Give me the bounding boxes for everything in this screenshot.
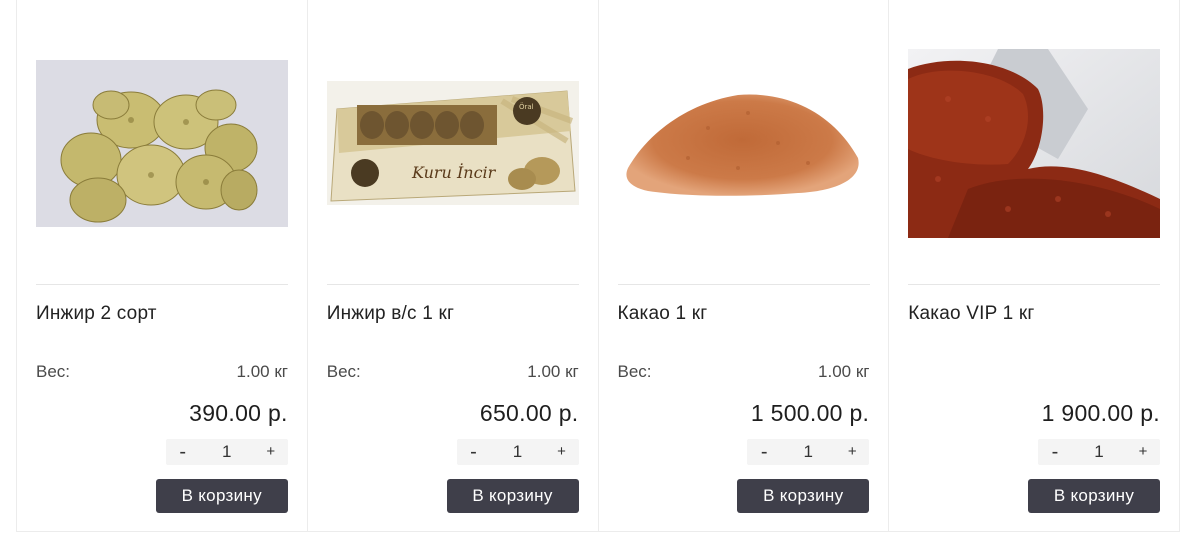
quantity-stepper: - 1 + — [165, 439, 288, 465]
add-to-cart-button[interactable]: В корзину — [737, 479, 870, 513]
card-divider — [908, 284, 1161, 285]
product-grid: Инжир 2 сорт Вес: 1.00 кг 390.00 р. - 1 … — [16, 0, 1180, 532]
product-image-link[interactable]: Kuru İncir Öral — [326, 28, 579, 258]
box-brand-text: Öral — [519, 102, 534, 111]
qty-decrease-button[interactable]: - — [747, 439, 781, 465]
product-price: 390.00 р. — [189, 400, 288, 426]
card-divider — [36, 284, 288, 285]
product-title[interactable]: Какао 1 кг — [618, 303, 708, 325]
product-image-link[interactable] — [908, 28, 1161, 258]
weight-value: 1.00 кг — [236, 362, 288, 381]
weight-value: 1.00 кг — [818, 362, 870, 381]
product-card: Kuru İncir Öral Инжир в/с 1 кг Вес: 1.00… — [308, 0, 599, 531]
weight-row: Вес: 1.00 кг — [618, 362, 870, 382]
dried-figs-image — [36, 59, 288, 227]
weight-label: Вес: — [617, 362, 652, 381]
qty-value[interactable]: 1 — [1072, 442, 1126, 462]
product-price: 1 500.00 р. — [750, 400, 870, 426]
product-image-link[interactable] — [617, 28, 870, 258]
qty-increase-button[interactable]: + — [835, 439, 869, 465]
add-to-cart-button[interactable]: В корзину — [1028, 479, 1160, 513]
boxed-figs-image: Kuru İncir Öral — [326, 81, 579, 205]
quantity-stepper: - 1 + — [747, 439, 870, 465]
box-label-text: Kuru İncir — [411, 162, 497, 182]
qty-decrease-button[interactable]: - — [457, 439, 491, 465]
qty-decrease-button[interactable]: - — [166, 439, 200, 465]
qty-decrease-button[interactable]: - — [1038, 439, 1072, 465]
product-image-link[interactable] — [36, 28, 288, 258]
qty-value[interactable]: 1 — [781, 442, 835, 462]
product-price: 650.00 р. — [479, 400, 579, 426]
quantity-stepper: - 1 + — [456, 439, 579, 465]
qty-value[interactable]: 1 — [491, 442, 545, 462]
add-to-cart-button[interactable]: В корзину — [155, 479, 288, 513]
weight-label: Вес: — [36, 362, 71, 381]
qty-increase-button[interactable]: + — [254, 439, 288, 465]
product-card: Инжир 2 сорт Вес: 1.00 кг 390.00 р. - 1 … — [17, 0, 308, 531]
card-divider — [326, 284, 579, 285]
product-title[interactable]: Инжир 2 сорт — [36, 303, 157, 325]
product-price: 1 900.00 р. — [1041, 400, 1160, 426]
card-divider — [617, 284, 870, 285]
product-title[interactable]: Какао VIP 1 кг — [908, 303, 1034, 325]
qty-value[interactable]: 1 — [200, 442, 254, 462]
product-title[interactable]: Инжир в/с 1 кг — [327, 303, 454, 325]
cocoa-scoop-image — [908, 48, 1161, 238]
weight-row: Вес: 1.00 кг — [36, 362, 288, 382]
weight-row: Вес: 1.00 кг — [327, 362, 579, 382]
cocoa-powder-image — [617, 73, 870, 213]
product-card: Какао VIP 1 кг 1 900.00 р. - 1 + В корзи… — [889, 0, 1180, 531]
qty-increase-button[interactable]: + — [545, 439, 579, 465]
quantity-stepper: - 1 + — [1038, 439, 1160, 465]
add-to-cart-button[interactable]: В корзину — [446, 479, 579, 513]
weight-label: Вес: — [326, 362, 361, 381]
qty-increase-button[interactable]: + — [1126, 439, 1160, 465]
product-card: Какао 1 кг Вес: 1.00 кг 1 500.00 р. - 1 … — [599, 0, 890, 531]
weight-value: 1.00 кг — [527, 362, 579, 381]
